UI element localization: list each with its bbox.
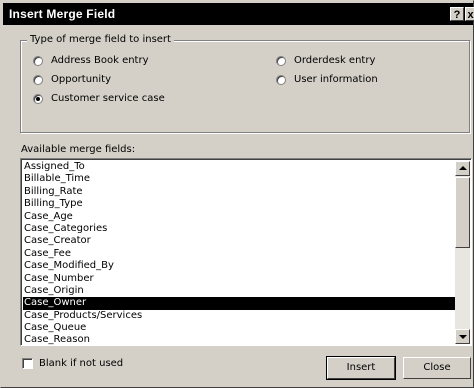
scroll-thumb[interactable] (455, 177, 470, 248)
dialog-title: Insert Merge Field (9, 7, 116, 21)
list-item-selected[interactable]: Case_Owner (23, 297, 456, 310)
list-item[interactable]: Case_Products/Services (23, 310, 456, 322)
list-item[interactable]: Case_Origin (23, 285, 456, 297)
list-item[interactable]: Case_Age (23, 211, 456, 223)
help-button[interactable]: ? (450, 7, 464, 21)
radio-circle[interactable] (276, 74, 286, 85)
radio-orderdesk-entry[interactable]: Orderdesk entry (276, 55, 375, 66)
radio-circle-selected[interactable] (33, 93, 43, 104)
radio-address-book[interactable]: Address Book entry (33, 55, 149, 66)
arrow-down-icon (459, 335, 467, 339)
arrow-up-icon (459, 166, 467, 170)
list-item[interactable]: Case_Creator (23, 235, 456, 247)
vertical-scrollbar[interactable] (455, 161, 470, 344)
checkbox-box[interactable] (22, 358, 33, 369)
radio-opportunity[interactable]: Opportunity (33, 74, 111, 85)
merge-fields-list: Assigned_To Billable_Time Billing_Rate B… (23, 161, 456, 345)
radio-circle[interactable] (276, 55, 286, 66)
radio-circle[interactable] (33, 55, 43, 66)
radio-customer-service-case[interactable]: Customer service case (33, 93, 165, 104)
list-item[interactable]: Case_Queue (23, 322, 456, 334)
list-item[interactable]: Case_Modified_By (23, 260, 456, 272)
list-item[interactable]: Assigned_To (23, 161, 456, 173)
radio-label: Orderdesk entry (294, 55, 376, 66)
insert-merge-field-dialog: Insert Merge Field ? x Type of merge fie… (0, 0, 474, 388)
radio-label: Customer service case (51, 93, 165, 104)
title-bar[interactable]: Insert Merge Field ? x (3, 3, 474, 25)
radio-label: Address Book entry (51, 55, 149, 66)
merge-type-legend: Type of merge field to insert (27, 34, 174, 45)
available-fields-label: Available merge fields: (21, 144, 136, 155)
close-icon[interactable]: x (465, 7, 474, 21)
radio-label: Opportunity (51, 74, 112, 85)
radio-circle[interactable] (33, 74, 43, 85)
scroll-down-button[interactable] (455, 329, 470, 344)
merge-type-group (20, 40, 470, 133)
list-item[interactable]: Case_Reason (23, 334, 456, 345)
list-item[interactable]: Billing_Rate (23, 186, 456, 198)
list-item[interactable]: Billable_Time (23, 173, 456, 185)
radio-label: User information (294, 74, 378, 85)
blank-if-not-used-checkbox[interactable]: Blank if not used (22, 358, 123, 369)
list-item[interactable]: Billing_Type (23, 198, 456, 210)
checkbox-label: Blank if not used (39, 358, 124, 369)
list-item[interactable]: Case_Number (23, 273, 456, 285)
insert-button[interactable]: Insert (326, 356, 396, 380)
merge-fields-listbox[interactable]: Assigned_To Billable_Time Billing_Rate B… (20, 158, 472, 346)
list-item[interactable]: Case_Fee (23, 248, 456, 260)
radio-user-information[interactable]: User information (276, 74, 378, 85)
list-item[interactable]: Case_Categories (23, 223, 456, 235)
close-button[interactable]: Close (403, 357, 471, 379)
scroll-up-button[interactable] (455, 161, 470, 176)
